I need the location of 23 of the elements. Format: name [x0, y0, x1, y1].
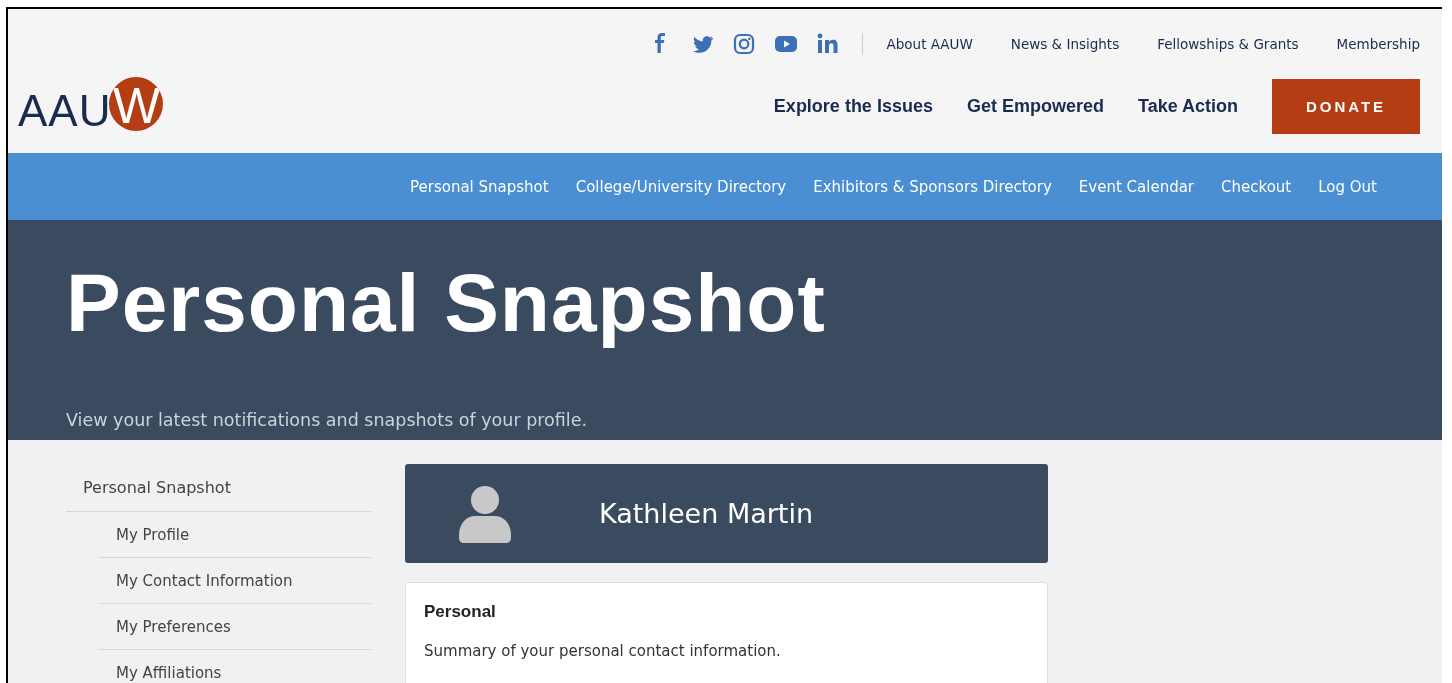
main-nav-link[interactable]: Explore the Issues — [773, 96, 933, 117]
instagram-icon[interactable] — [731, 33, 756, 55]
main-nav-link[interactable]: Get Empowered — [966, 96, 1104, 117]
main-nav-link[interactable]: Take Action — [1137, 96, 1238, 117]
linkedin-icon[interactable] — [815, 33, 840, 55]
utility-link[interactable]: Membership — [1336, 36, 1420, 52]
donate-button[interactable]: DONATE — [1272, 79, 1420, 134]
utility-link[interactable]: Fellowships & Grants — [1157, 36, 1299, 52]
page-subtitle: View your latest notifications and snapshots of your profile. — [66, 410, 589, 430]
avatar-icon — [459, 484, 511, 543]
profile-name: Kathleen Martin — [599, 498, 814, 529]
card-title: Personal — [424, 602, 497, 622]
sidebar-item[interactable]: My Preferences — [99, 604, 371, 650]
utility-link[interactable]: About AAUW — [886, 36, 973, 52]
utility-link[interactable]: News & Insights — [1010, 36, 1120, 52]
sidebar-item[interactable]: My Affiliations — [99, 650, 371, 683]
youtube-icon[interactable] — [773, 33, 798, 55]
logo-text: AAU — [18, 89, 112, 133]
sidebar-title[interactable]: Personal Snapshot — [66, 464, 371, 512]
card-text: Summary of your personal contact information. — [424, 642, 782, 660]
logo-mark: W — [109, 77, 164, 131]
sidebar-item[interactable]: My Profile — [99, 512, 371, 558]
sidebar-item[interactable]: My Contact Information — [99, 558, 371, 604]
